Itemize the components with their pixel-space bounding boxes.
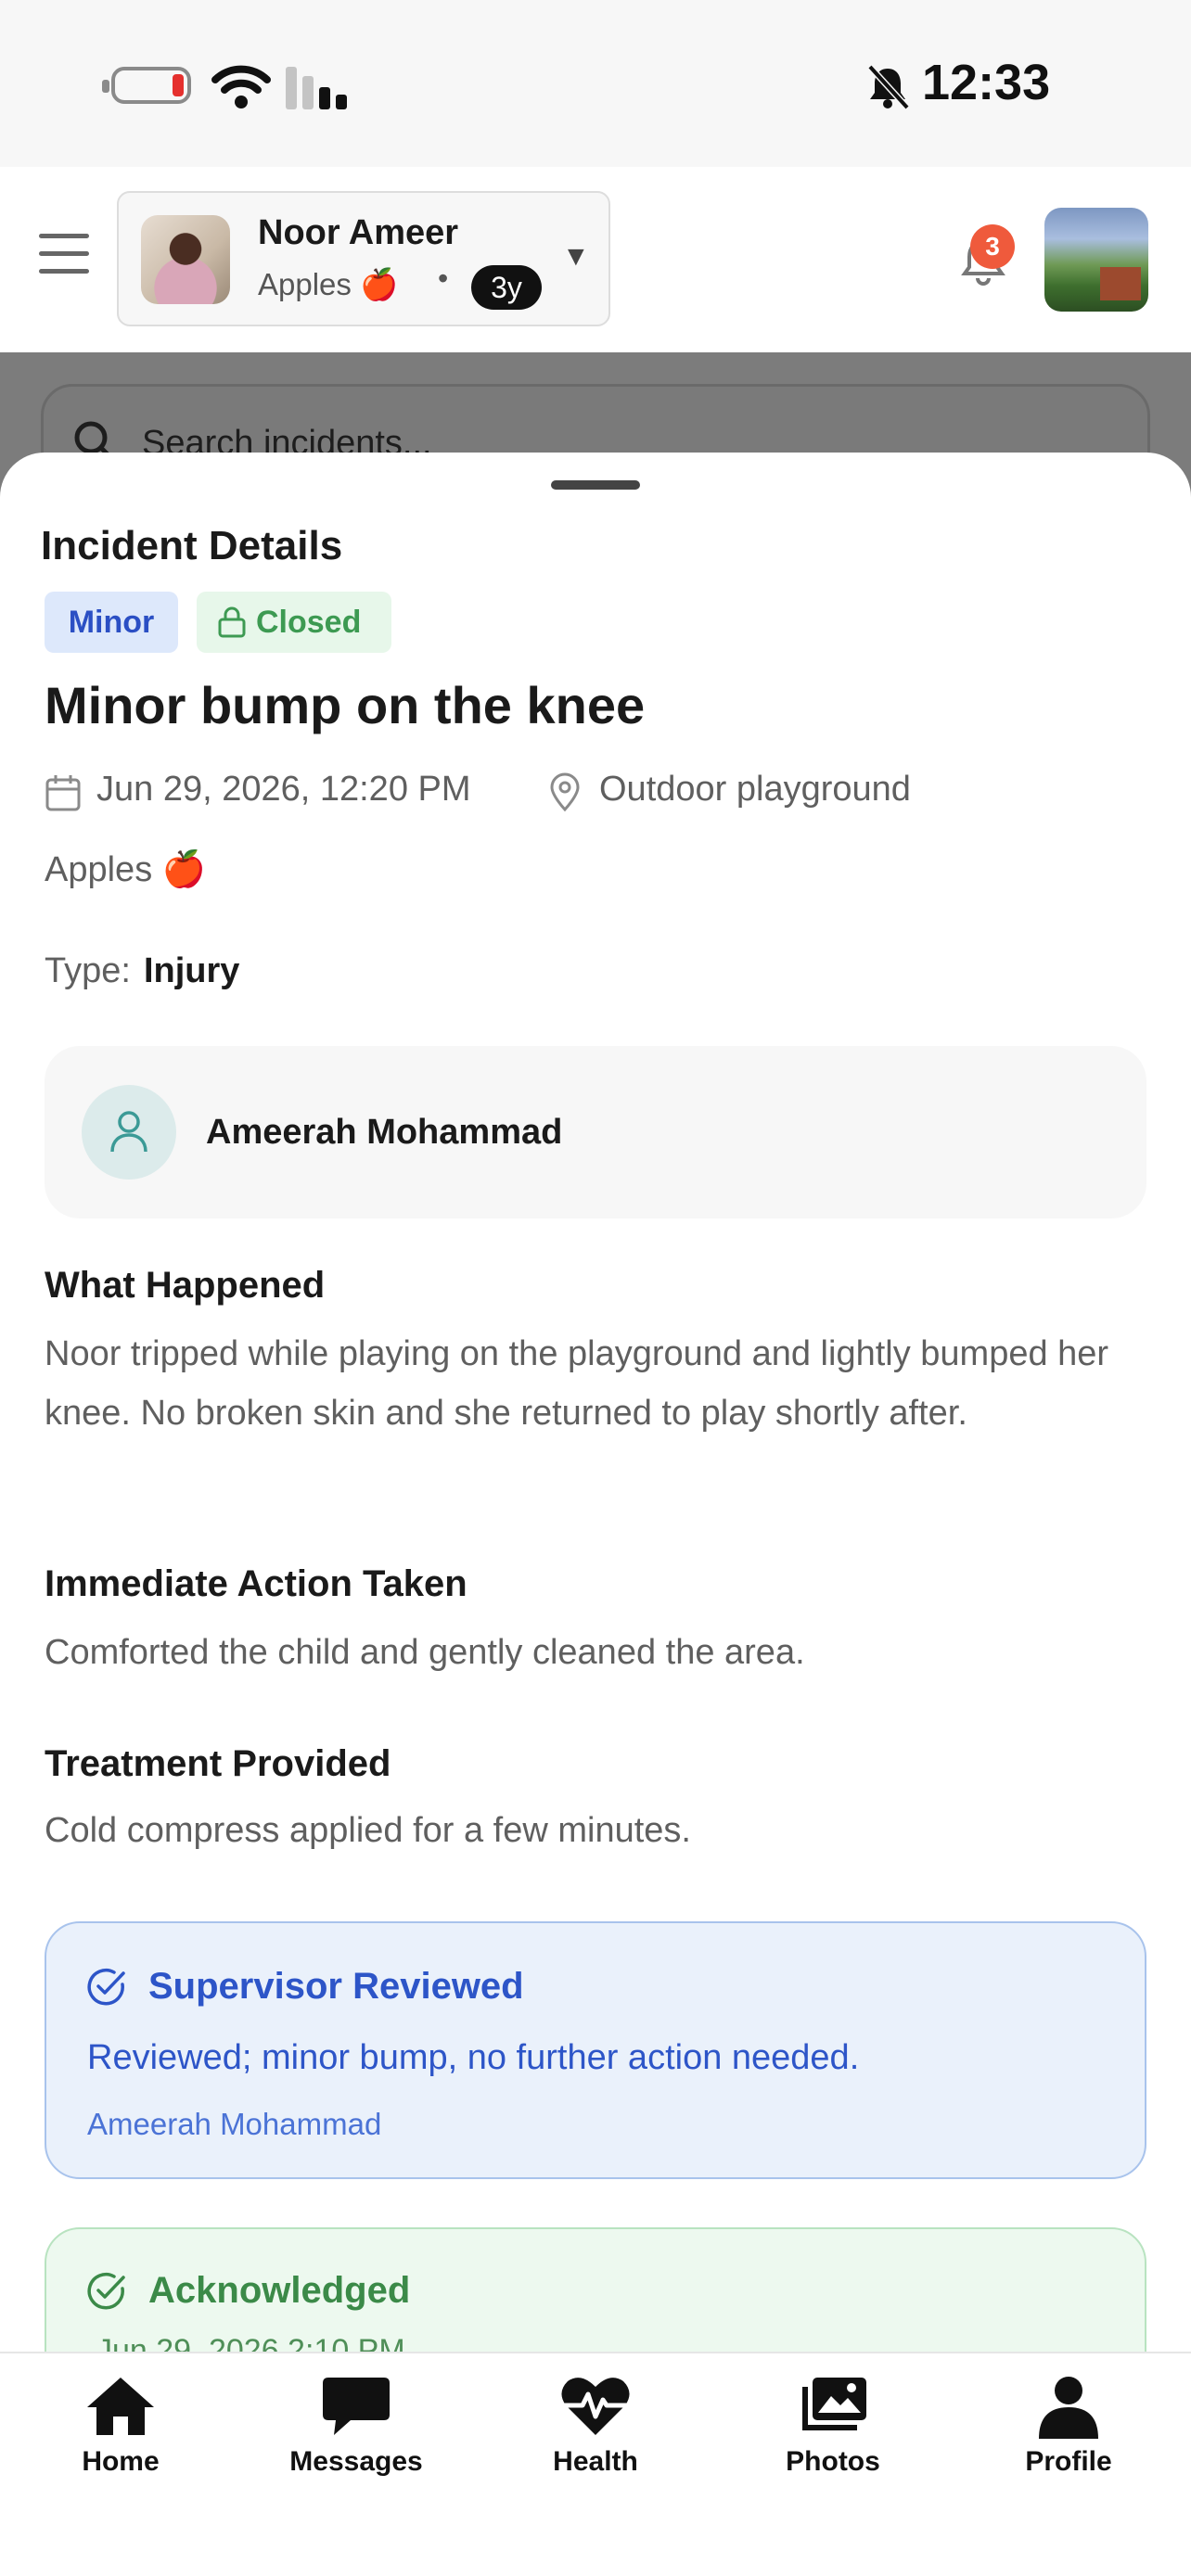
incident-datetime: Jun 29, 2026, 12:20 PM xyxy=(96,770,471,809)
section-body-action-taken: Comforted the child and gently cleaned t… xyxy=(45,1633,805,1672)
tab-messages[interactable]: Messages xyxy=(263,2374,449,2494)
child-class: Apples 🍎 xyxy=(258,267,399,301)
person-icon xyxy=(110,1111,147,1153)
status-label: Closed xyxy=(256,605,362,640)
tab-photos[interactable]: Photos xyxy=(740,2374,926,2494)
tab-home[interactable]: Home xyxy=(28,2374,213,2494)
incident-class: Apples 🍎 xyxy=(45,850,207,889)
incident-details-sheet: Incident Details Minor Closed Minor bump… xyxy=(0,453,1191,2576)
reviewer-name: Ameerah Mohammad xyxy=(87,2107,382,2141)
photo-stack-icon xyxy=(802,2378,866,2430)
child-avatar xyxy=(141,215,230,304)
section-body-treatment: Cold compress applied for a few minutes. xyxy=(45,1811,691,1850)
reporter-name: Ameerah Mohammad xyxy=(206,1113,563,1152)
menu-icon[interactable] xyxy=(39,234,89,274)
review-note: Reviewed; minor bump, no further action … xyxy=(87,2038,860,2077)
app-header: Noor Ameer Apples 🍎 • 3y ▼ 3 xyxy=(0,167,1191,352)
status-bar: 12:33 xyxy=(0,0,1191,167)
wifi-icon xyxy=(211,65,271,108)
school-photo[interactable] xyxy=(1044,208,1148,312)
heart-pulse-icon xyxy=(561,2378,630,2435)
child-name: Noor Ameer xyxy=(258,213,459,252)
acknowledged-title: Acknowledged xyxy=(148,2270,411,2311)
separator-dot: • xyxy=(438,261,449,295)
tab-profile[interactable]: Profile xyxy=(976,2374,1161,2494)
type-value: Injury xyxy=(143,951,240,990)
tab-label-photos: Photos xyxy=(786,2446,880,2477)
section-heading-treatment: Treatment Provided xyxy=(45,1743,391,1784)
incident-location: Outdoor playground xyxy=(599,770,911,809)
sheet-title: Incident Details xyxy=(41,523,343,568)
app-screen: 12:33 Noor Ameer Apples 🍎 • 3y ▼ 3 Searc… xyxy=(0,0,1191,2576)
dropdown-caret-icon: ▼ xyxy=(562,241,590,272)
silent-mode-icon xyxy=(867,64,910,110)
reporter-card: Ameerah Mohammad xyxy=(45,1046,1146,1218)
notification-count-badge: 3 xyxy=(970,224,1015,269)
tab-label-home: Home xyxy=(82,2446,160,2477)
section-body-what-happened: Noor tripped while playing on the playgr… xyxy=(45,1334,1109,1433)
severity-badge: Minor xyxy=(45,592,178,653)
sheet-grab-handle[interactable] xyxy=(551,480,640,490)
person-icon xyxy=(1039,2377,1098,2439)
tab-label-messages: Messages xyxy=(289,2446,423,2477)
tab-health[interactable]: Health xyxy=(503,2374,688,2494)
check-circle-icon xyxy=(87,2272,125,2310)
section-heading-action-taken: Immediate Action Taken xyxy=(45,1563,467,1604)
incident-type-row: Type: Injury xyxy=(45,951,239,991)
section-heading-what-happened: What Happened xyxy=(45,1265,326,1306)
review-title: Supervisor Reviewed xyxy=(148,1966,524,2007)
tab-label-profile: Profile xyxy=(1025,2446,1112,2477)
battery-icon xyxy=(102,67,191,104)
lock-icon xyxy=(218,606,246,638)
status-badge: Closed xyxy=(197,592,391,653)
supervisor-review-card: Supervisor Reviewed Reviewed; minor bump… xyxy=(45,1921,1146,2179)
location-pin-icon xyxy=(550,772,580,812)
type-label: Type: xyxy=(45,951,131,990)
incident-title: Minor bump on the knee xyxy=(45,676,646,734)
chat-bubble-icon xyxy=(323,2378,390,2435)
reporter-avatar xyxy=(82,1085,176,1180)
check-circle-icon xyxy=(87,1968,125,2006)
age-badge: 3y xyxy=(471,265,542,310)
child-switcher[interactable]: Noor Ameer Apples 🍎 • 3y ▼ xyxy=(117,191,610,326)
cellular-signal-icon xyxy=(286,65,347,109)
status-time: 12:33 xyxy=(922,55,1051,110)
home-icon xyxy=(87,2378,154,2435)
calendar-icon xyxy=(45,775,81,811)
bottom-tab-bar: Home Messages Health Photos Profile xyxy=(0,2352,1191,2576)
tab-label-health: Health xyxy=(553,2446,638,2477)
